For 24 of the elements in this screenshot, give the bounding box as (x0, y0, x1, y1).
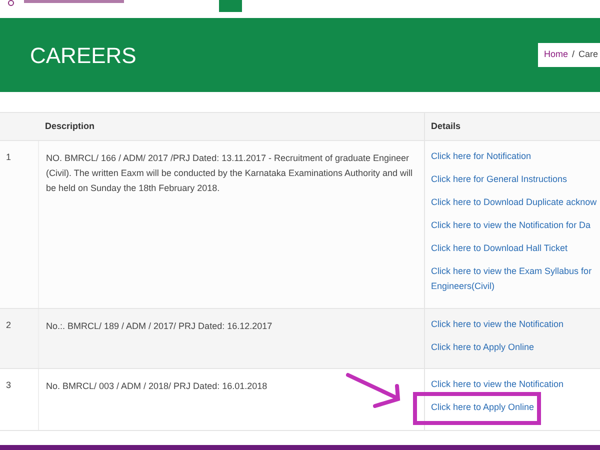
breadcrumb-item: Care (578, 48, 598, 62)
details-link[interactable]: Click here to Apply Online (431, 340, 600, 355)
breadcrumb-link[interactable]: Home (544, 48, 568, 62)
details-link[interactable]: Click here to Download Duplicate acknow (431, 195, 600, 210)
details-link[interactable]: Click here to view the Exam Syllabus for Engineers(Civil) (431, 264, 600, 294)
header-tab[interactable] (219, 0, 242, 12)
row-number: 1 (6, 152, 12, 162)
breadcrumb-separator: / (572, 48, 574, 62)
details-link[interactable]: Click here for General Instructions (431, 172, 600, 187)
details-link[interactable]: Click here to view the Notification (431, 377, 600, 392)
column-header: Description (44, 120, 96, 133)
details-link[interactable]: Click here to view the Notification for Da (431, 218, 600, 233)
details-link[interactable]: Click here to view the Notification (431, 317, 600, 332)
page-title: CAREERS (30, 42, 136, 70)
row-number: 2 (6, 320, 12, 330)
details-link[interactable]: Click here for Notification (431, 149, 600, 164)
row-description: No.:. BMRCL/ 189 / ADM / 2017/ PRJ Dated: 16.12.2017 (46, 321, 272, 331)
arrow-icon (345, 372, 403, 408)
details-link[interactable]: Click here to Apply Online (431, 400, 600, 415)
row-number: 3 (6, 380, 12, 390)
row-description: NO. BMRCL/ 166 / ADM/ 2017 /PRJ Dated: 13.11.2017 - Recruitment of graduate Engineer (Civil). The written Eaxm will be conducted by the Karnataka Examinations Authority and will be held on Sunday the 18th February 2018. (46, 153, 413, 193)
column-header: Details (424, 113, 600, 140)
row-description: No. BMRCL/ 003 / ADM / 2018/ PRJ Dated: 16.01.2018 (46, 381, 268, 391)
details-link[interactable]: Click here to Download Hall Ticket (431, 241, 600, 256)
